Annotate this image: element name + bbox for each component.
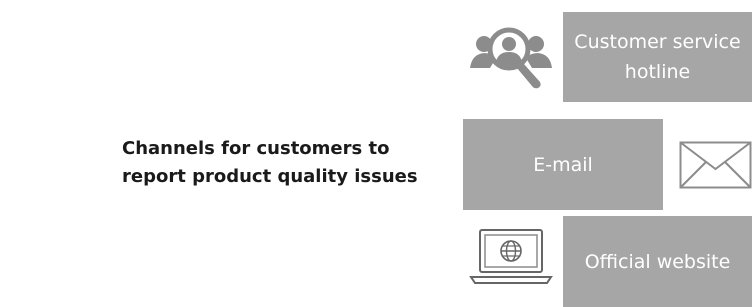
customer-service-search-icon (470, 27, 552, 89)
laptop-globe-icon (469, 229, 553, 284)
channel-box-official-website: Official website (563, 216, 752, 307)
channel-box-email: E-mail (463, 119, 663, 210)
diagram-title: Channels for customers to report product… (122, 138, 418, 187)
envelope-icon (679, 141, 752, 189)
channel-box-customer-service-hotline: Customer service hotline (563, 12, 752, 102)
